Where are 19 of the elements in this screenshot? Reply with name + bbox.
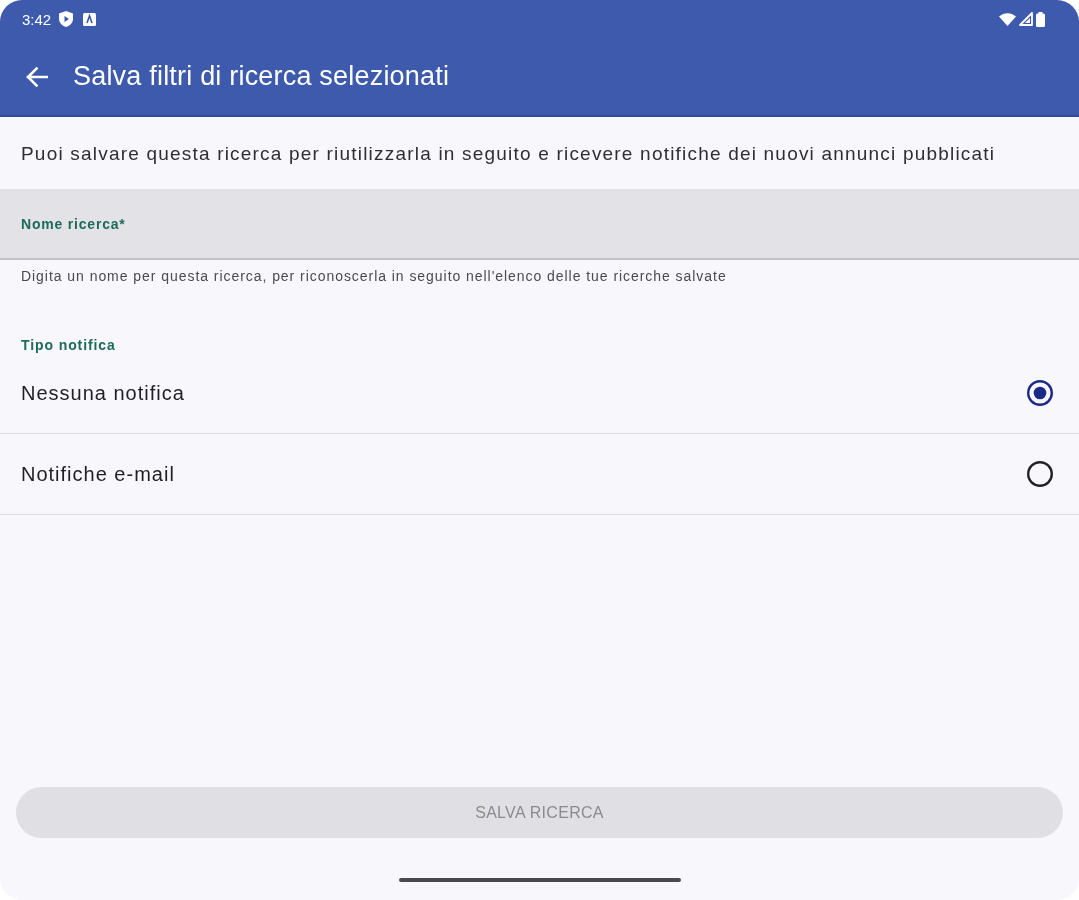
intro-text: Puoi salvare questa ricerca per riutilizzarla in seguito e ricevere notifiche dei nuovi annunci pubblicati [20, 142, 997, 166]
radio-option-label: Notifiche e-mail [21, 462, 176, 486]
radio-option-label: Nessuna notifica [21, 381, 186, 405]
notification-square-icon [83, 12, 97, 26]
signal-icon [1019, 12, 1033, 26]
shield-icon [59, 11, 74, 27]
battery-icon [1036, 11, 1045, 27]
wifi-icon [999, 12, 1016, 26]
radio-selected-icon[interactable] [1027, 380, 1053, 406]
radio-option-row[interactable]: Nessuna notifica [0, 353, 1079, 434]
section-label: Tipo notifica [20, 337, 117, 353]
helper-text: Digita un nome per questa ricerca, per riconoscerla in seguito nell'elenco delle tue ricerche salvate [20, 268, 728, 284]
field-label: Nome ricerca* [21, 215, 126, 232]
back-arrow-icon[interactable] [26, 65, 48, 88]
page-title: Salva filtri di ricerca selezionati [73, 61, 450, 92]
radio-unselected-icon[interactable] [1027, 461, 1053, 487]
status-time: 3:42 [22, 10, 52, 28]
name-input-field[interactable]: Nome ricerca* [0, 189, 1079, 260]
radio-option-row[interactable]: Notifiche e-mail [0, 434, 1079, 515]
